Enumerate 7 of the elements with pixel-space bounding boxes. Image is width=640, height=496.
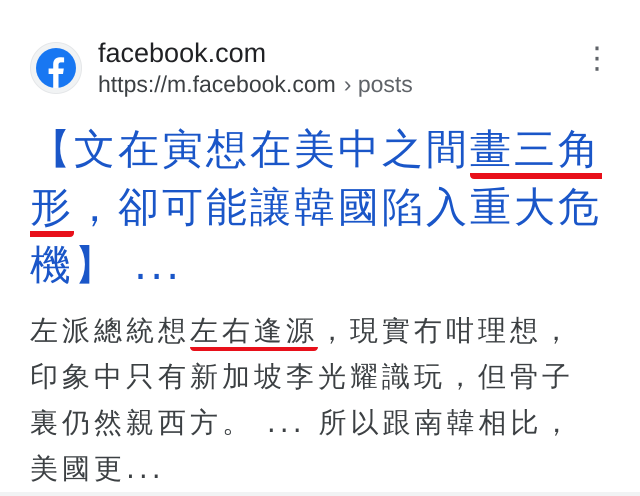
result-url: https://m.facebook.com [98, 71, 336, 98]
favicon-icon [30, 42, 82, 94]
site-name: facebook.com [98, 38, 268, 69]
more-options-button[interactable]: ⋮ [578, 40, 616, 76]
breadcrumb: › posts [344, 71, 413, 98]
result-title-link[interactable]: 【文在寅想在美中之間畫三角形，卻可能讓韓國陷入重大危機】 ... [30, 120, 615, 294]
result-snippet: 左派總統想左右逢源，現實冇咁理想，印象中只有新加坡李光耀識玩，但骨子裏仍然親西方。 ... 所以跟南韓相比，美國更... [30, 313, 576, 487]
